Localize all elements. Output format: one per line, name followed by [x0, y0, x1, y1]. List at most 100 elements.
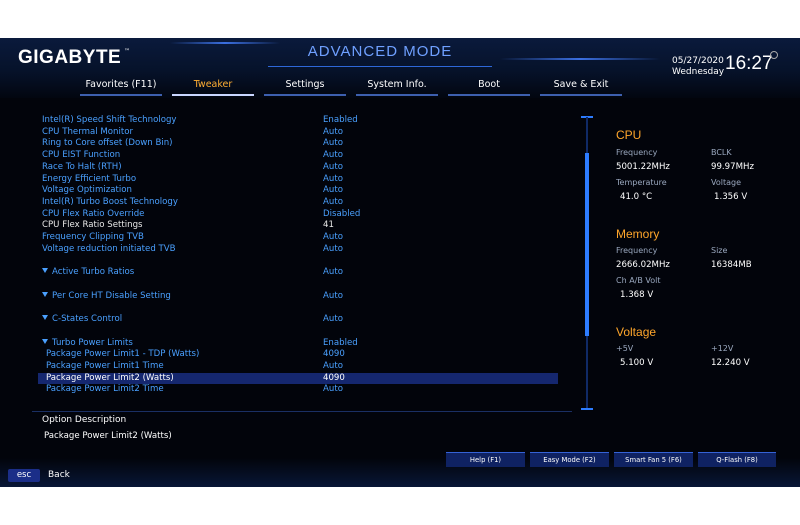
mode-title-frame: ADVANCED MODE	[268, 38, 492, 67]
setting-row[interactable]: CPU Flex Ratio Override Disabled	[42, 209, 562, 221]
setting-label: Per Core HT Disable Setting	[42, 291, 171, 303]
setting-row-selected[interactable]: Package Power Limit2 (Watts) 4090	[38, 372, 558, 385]
setting-label: Active Turbo Ratios	[42, 267, 134, 279]
setting-row[interactable]: Package Power Limit2 Time Auto	[42, 384, 562, 396]
tab-tweaker[interactable]: Tweaker	[172, 78, 254, 96]
setting-value: Auto	[323, 173, 343, 184]
description-divider	[32, 411, 572, 412]
cpu-voltage-value: 1.356 V	[714, 192, 748, 202]
setting-value: Auto	[323, 267, 343, 277]
option-description-text: Package Power Limit2 (Watts)	[44, 431, 172, 441]
setting-label: Race To Halt (RTH)	[42, 161, 122, 172]
main-tabs: Favorites (F11) Tweaker Settings System …	[80, 78, 640, 96]
voltage-12v-value: 12.240 V	[711, 358, 750, 368]
setting-label: Voltage reduction initiated TVB	[42, 243, 176, 254]
setting-value: 4090	[323, 372, 345, 383]
setting-row[interactable]: Package Power Limit1 - TDP (Watts) 4090	[42, 349, 562, 361]
setting-label: Package Power Limit1 - TDP (Watts)	[46, 349, 200, 360]
setting-label-text: Per Core HT Disable Setting	[52, 290, 171, 301]
setting-label: Voltage Optimization	[42, 185, 132, 196]
voltage-heading: Voltage	[616, 325, 657, 339]
setting-group-row[interactable]: Turbo Power Limits Enabled	[42, 338, 562, 350]
option-description-title: Option Description	[42, 415, 127, 425]
voltage-5v-label: +5V	[616, 344, 634, 353]
cpu-bclk-value: 99.97MHz	[711, 162, 754, 172]
setting-value: Auto	[323, 290, 343, 301]
scrollbar-thumb[interactable]	[585, 153, 589, 336]
tab-settings[interactable]: Settings	[264, 78, 346, 96]
setting-row[interactable]: Voltage reduction initiated TVB Auto	[42, 244, 562, 256]
memory-frequency-value: 2666.02MHz	[616, 260, 670, 270]
cpu-temperature-value: 41.0 °C	[620, 192, 653, 202]
setting-row[interactable]: Frequency Clipping TVB Auto	[42, 232, 562, 244]
setting-row[interactable]: Voltage Optimization Auto	[42, 185, 562, 197]
weekday-value: Wednesday	[672, 67, 725, 77]
setting-group-row[interactable]: C-States Control Auto	[42, 314, 562, 326]
setting-value: Auto	[323, 126, 343, 137]
voltage-12v-label: +12V	[711, 344, 734, 353]
setting-row[interactable]: Intel(R) Turbo Boost Technology Auto	[42, 197, 562, 209]
header-streak	[170, 42, 280, 44]
voltage-5v-value: 5.100 V	[620, 358, 654, 368]
expand-triangle-icon	[42, 291, 48, 297]
cpu-frequency-value: 5001.22MHz	[616, 162, 670, 172]
back-label: Back	[48, 470, 70, 480]
setting-row[interactable]: Intel(R) Speed Shift Technology Enabled	[42, 115, 562, 127]
setting-row[interactable]: Ring to Core offset (Down Bin) Auto	[42, 138, 562, 150]
setting-row[interactable]: CPU EIST Function Auto	[42, 150, 562, 162]
setting-label: Intel(R) Speed Shift Technology	[42, 115, 177, 125]
setting-row[interactable]: CPU Thermal Monitor Auto	[42, 127, 562, 139]
header-streak	[500, 58, 660, 60]
esc-key-button[interactable]: esc	[8, 469, 40, 482]
setting-label: Package Power Limit2 (Watts)	[46, 372, 174, 383]
help-button[interactable]: Help (F1)	[446, 452, 525, 467]
setting-value: Auto	[323, 161, 343, 172]
setting-label-text: Active Turbo Ratios	[52, 267, 135, 277]
setting-value: Auto	[323, 196, 343, 207]
expand-triangle-icon	[42, 315, 48, 320]
setting-label: CPU EIST Function	[42, 150, 121, 161]
setting-row[interactable]: Package Power Limit1 Time Auto	[42, 361, 562, 373]
setting-label: CPU Thermal Monitor	[42, 126, 133, 137]
date-value: 05/27/2020	[672, 56, 724, 66]
cpu-bclk-label: BCLK	[711, 148, 732, 157]
setting-group-row[interactable]: Per Core HT Disable Setting Auto	[42, 291, 562, 303]
setting-label: Package Power Limit1 Time	[46, 360, 164, 371]
tab-favorites[interactable]: Favorites (F11)	[80, 78, 162, 96]
setting-value: Disabled	[323, 208, 361, 219]
setting-value: Auto	[323, 360, 343, 371]
setting-label-text: Turbo Power Limits	[52, 337, 133, 348]
setting-value: Auto	[323, 232, 343, 242]
tab-boot[interactable]: Boot	[448, 78, 530, 96]
setting-label: CPU Flex Ratio Settings	[42, 220, 143, 231]
indicator-dot-icon	[770, 51, 778, 59]
setting-row[interactable]: Energy Efficient Turbo Auto	[42, 174, 562, 186]
memory-volt-label: Ch A/B Volt	[616, 276, 661, 285]
setting-row-readonly: CPU Flex Ratio Settings 41	[42, 220, 562, 232]
setting-label: Intel(R) Turbo Boost Technology	[42, 196, 178, 207]
cpu-voltage-label: Voltage	[711, 178, 742, 187]
setting-label: CPU Flex Ratio Override	[42, 208, 145, 219]
tab-save-exit[interactable]: Save & Exit	[540, 78, 622, 96]
setting-label: Energy Efficient Turbo	[42, 173, 137, 184]
memory-heading: Memory	[616, 227, 660, 241]
bios-screen: GIGABYTE ™ ADVANCED MODE 05/27/2020 Wedn…	[0, 38, 800, 487]
setting-label: Package Power Limit2 Time	[46, 384, 164, 395]
memory-size-label: Size	[711, 246, 728, 255]
setting-row[interactable]: Race To Halt (RTH) Auto	[42, 162, 562, 174]
tab-system-info[interactable]: System Info.	[356, 78, 438, 96]
setting-label: Ring to Core offset (Down Bin)	[42, 138, 173, 149]
setting-value: Auto	[323, 185, 343, 196]
memory-size-value: 16384MB	[711, 260, 752, 270]
setting-group-row[interactable]: Active Turbo Ratios Auto	[42, 267, 562, 279]
setting-value: Auto	[323, 314, 343, 324]
cpu-frequency-label: Frequency	[616, 148, 658, 157]
expand-triangle-icon	[42, 338, 48, 344]
q-flash-button[interactable]: Q-Flash (F8)	[698, 452, 776, 467]
setting-value: Auto	[323, 138, 343, 149]
smart-fan-button[interactable]: Smart Fan 5 (F6)	[614, 452, 693, 467]
setting-value: Auto	[323, 150, 343, 161]
expand-triangle-icon	[42, 268, 48, 273]
cpu-heading: CPU	[616, 128, 642, 142]
easy-mode-button[interactable]: Easy Mode (F2)	[530, 452, 609, 467]
